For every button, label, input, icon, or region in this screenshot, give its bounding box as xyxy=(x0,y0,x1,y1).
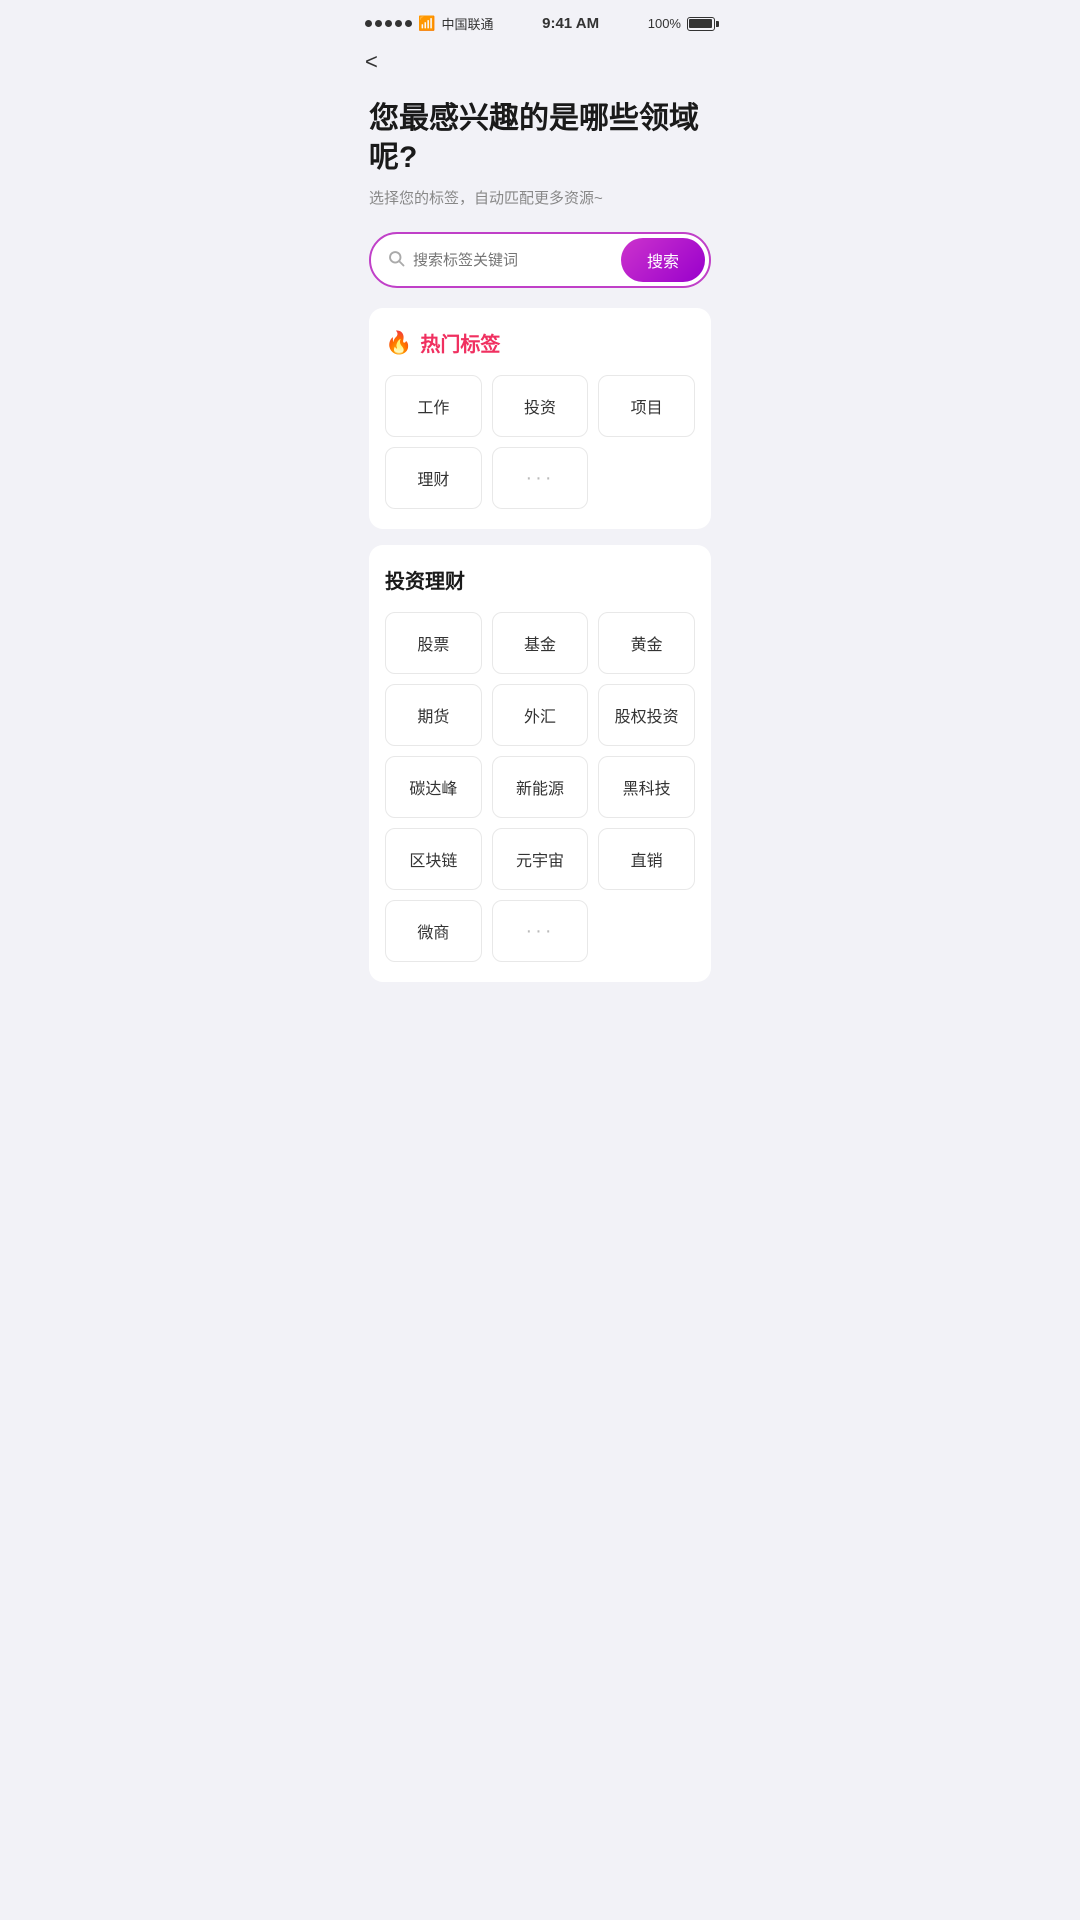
fire-icon: 🔥 xyxy=(385,330,412,356)
tag-metaverse[interactable]: 元宇宙 xyxy=(492,828,589,890)
bottom-spacer xyxy=(369,998,711,1038)
carrier-label: 中国联通 xyxy=(441,14,493,33)
page-title: 您最感兴趣的是哪些领域呢? xyxy=(369,99,711,177)
tag-invest[interactable]: 投资 xyxy=(492,375,589,437)
page-content: 您最感兴趣的是哪些领域呢? 选择您的标签，自动匹配更多资源~ 搜索 🔥 热门标签… xyxy=(345,83,735,1038)
tag-directsales[interactable]: 直销 xyxy=(598,828,695,890)
hot-tags-card: 🔥 热门标签 工作 投资 项目 理财 ··· xyxy=(369,308,711,529)
tag-gold[interactable]: 黄金 xyxy=(598,612,695,674)
search-input[interactable] xyxy=(413,252,621,269)
wifi-icon: 📶 xyxy=(418,15,435,32)
battery-percent: 100% xyxy=(648,16,681,31)
search-icon xyxy=(387,249,405,272)
tag-newenergy[interactable]: 新能源 xyxy=(492,756,589,818)
battery-icon xyxy=(687,17,715,31)
status-left: 📶 中国联通 xyxy=(365,14,493,33)
status-bar: 📶 中国联通 9:41 AM 100% xyxy=(345,0,735,41)
invest-tags-title: 投资理财 xyxy=(385,565,695,594)
tag-project[interactable]: 项目 xyxy=(598,375,695,437)
tag-blockchain[interactable]: 区块链 xyxy=(385,828,482,890)
tag-hightech[interactable]: 黑科技 xyxy=(598,756,695,818)
hot-tags-grid: 工作 投资 项目 理财 ··· xyxy=(385,375,695,509)
back-button[interactable]: < xyxy=(345,41,735,83)
invest-tags-grid: 股票 基金 黄金 期货 外汇 股权投资 碳达峰 新能源 xyxy=(385,612,695,962)
page-subtitle: 选择您的标签，自动匹配更多资源~ xyxy=(369,187,711,208)
time-label: 9:41 AM xyxy=(542,15,599,32)
invest-tags-card: 投资理财 股票 基金 黄金 期货 外汇 股权投资 碳达峰 xyxy=(369,545,711,982)
tag-funds[interactable]: 基金 xyxy=(492,612,589,674)
tag-work[interactable]: 工作 xyxy=(385,375,482,437)
tag-wechat[interactable]: 微商 xyxy=(385,900,482,962)
hot-tags-title: 热门标签 xyxy=(420,328,500,357)
tag-carbon[interactable]: 碳达峰 xyxy=(385,756,482,818)
tag-more-invest[interactable]: ··· xyxy=(492,900,589,962)
status-right: 100% xyxy=(648,16,715,31)
back-chevron-icon: < xyxy=(365,49,378,74)
tag-more-hot[interactable]: ··· xyxy=(492,447,589,509)
signal-icon xyxy=(365,20,412,27)
hot-tags-header: 🔥 热门标签 xyxy=(385,328,695,357)
tag-stocks[interactable]: 股票 xyxy=(385,612,482,674)
search-button[interactable]: 搜索 xyxy=(621,238,705,282)
tag-equity[interactable]: 股权投资 xyxy=(598,684,695,746)
tag-forex[interactable]: 外汇 xyxy=(492,684,589,746)
search-bar: 搜索 xyxy=(369,232,711,288)
tag-finance[interactable]: 理财 xyxy=(385,447,482,509)
tag-futures[interactable]: 期货 xyxy=(385,684,482,746)
